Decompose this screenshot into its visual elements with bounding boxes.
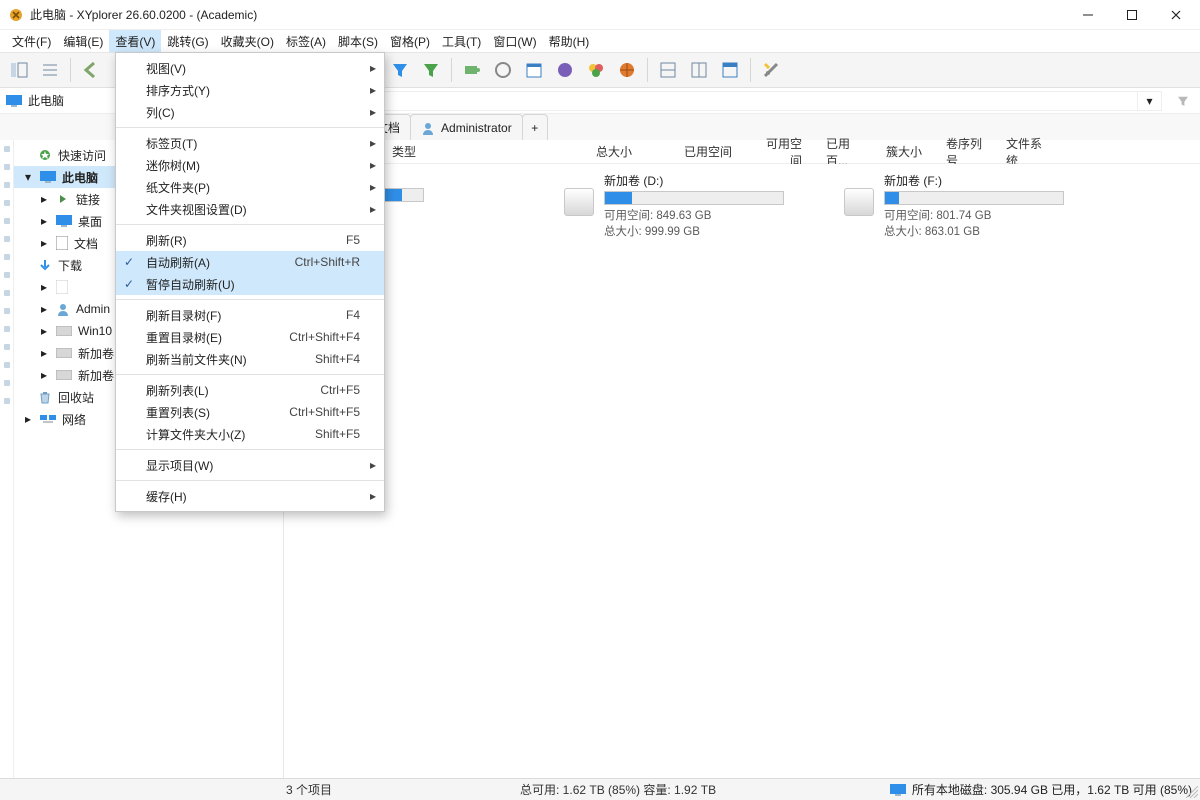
drive-d-name: 新加卷 (D:) — [604, 172, 784, 189]
drive-f-name: 新加卷 (F:) — [884, 172, 1064, 189]
menu-view-autorefresh[interactable]: 自动刷新(A)Ctrl+Shift+R — [116, 251, 384, 273]
menu-panes[interactable]: 窗格(P) — [384, 30, 436, 52]
filter-icon[interactable] — [385, 55, 415, 85]
status-disks: 所有本地磁盘: 305.94 GB 已用，1.62 TB 可用 (85%) — [890, 781, 1192, 798]
resize-grip-icon[interactable] — [1186, 786, 1198, 798]
menu-goto[interactable]: 跳转(G) — [161, 30, 214, 52]
menu-help[interactable]: 帮助(H) — [543, 30, 596, 52]
menu-view-fvsettings[interactable]: 文件夹视图设置(D)▸ — [116, 198, 384, 220]
status-bar: 3 个项目 总可用: 1.62 TB (85%) 容量: 1.92 TB 所有本… — [0, 778, 1200, 800]
drive-d-free: 可用空间: 849.63 GB — [604, 208, 784, 224]
filter-green-icon[interactable] — [416, 55, 446, 85]
title-bar: 此电脑 - XYplorer 26.60.0200 - (Academic) — [0, 0, 1200, 30]
menu-tools[interactable]: 工具(T) — [436, 30, 487, 52]
window-title: 此电脑 - XYplorer 26.60.0200 - (Academic) — [30, 6, 257, 23]
monitor-icon — [890, 784, 906, 796]
menu-view-cache[interactable]: 缓存(H)▸ — [116, 485, 384, 507]
menu-view[interactable]: 查看(V) — [109, 30, 161, 52]
address-dropdown-icon[interactable]: ▾ — [1138, 91, 1162, 111]
chevron-right-icon: ▸ — [370, 61, 376, 75]
toggle-tree-icon[interactable] — [4, 55, 34, 85]
address-root-label: 此电脑 — [28, 92, 64, 109]
menu-view-refreshlist[interactable]: 刷新列表(L)Ctrl+F5 — [116, 379, 384, 401]
col-used[interactable]: 已用空间 — [644, 143, 744, 160]
menu-view-sort[interactable]: 排序方式(Y)▸ — [116, 79, 384, 101]
menu-view-resetlist[interactable]: 重置列表(S)Ctrl+Shift+F5 — [116, 401, 384, 423]
menu-view-suspend[interactable]: 暂停自动刷新(U) — [116, 273, 384, 295]
close-button[interactable] — [1154, 0, 1198, 30]
drive-d-bar — [604, 191, 784, 205]
menu-view-showitems[interactable]: 显示项目(W)▸ — [116, 454, 384, 476]
tag-green-icon[interactable] — [457, 55, 487, 85]
app-icon — [8, 7, 24, 23]
settings-icon[interactable] — [756, 55, 786, 85]
menu-view-views[interactable]: 视图(V)▸ — [116, 57, 384, 79]
split-h-icon[interactable] — [653, 55, 683, 85]
menu-file[interactable]: 文件(F) — [6, 30, 57, 52]
menu-favorites[interactable]: 收藏夹(O) — [215, 30, 280, 52]
user-icon — [421, 121, 435, 135]
chevron-down-icon[interactable]: ▾ — [22, 171, 34, 183]
menu-view-minitree[interactable]: 迷你树(M)▸ — [116, 154, 384, 176]
drive-f-bar — [884, 191, 1064, 205]
menu-view-refreshtree[interactable]: 刷新目录树(F)F4 — [116, 304, 384, 326]
column-headers[interactable]: 类型 总大小 已用空间 可用空间 已用百... 簇大小 卷序列号 文件系统 — [284, 140, 1200, 164]
menu-view-paperfolder[interactable]: 纸文件夹(P)▸ — [116, 176, 384, 198]
view-menu-dropdown: 视图(V)▸ 排序方式(Y)▸ 列(C)▸ 标签页(T)▸ 迷你树(M)▸ 纸文… — [115, 52, 385, 512]
tab-3[interactable]: Administrator — [410, 114, 523, 140]
drive-d[interactable]: 新加卷 (D:) 可用空间: 849.63 GB 总大小: 999.99 GB — [564, 172, 784, 240]
menu-view-columns[interactable]: 列(C)▸ — [116, 101, 384, 123]
layout-icon[interactable] — [715, 55, 745, 85]
col-size[interactable]: 总大小 — [524, 143, 644, 160]
calendar-icon[interactable] — [519, 55, 549, 85]
circle-grey-icon[interactable] — [488, 55, 518, 85]
drive-icon — [844, 188, 874, 216]
tab-add[interactable]: + — [522, 114, 548, 140]
menu-edit[interactable]: 编辑(E) — [57, 30, 109, 52]
drives-view: 0Prox64 (C:) 空间: 16.86 GB 小: 111.18 GB 新… — [284, 164, 1200, 778]
drive-d-size: 总大小: 999.99 GB — [604, 224, 784, 240]
left-gutter — [0, 140, 14, 778]
col-cluster[interactable]: 簇大小 — [874, 143, 934, 160]
drive-f-free: 可用空间: 801.74 GB — [884, 208, 1064, 224]
drive-icon — [564, 188, 594, 216]
purple-icon[interactable] — [550, 55, 580, 85]
address-filter-icon[interactable] — [1166, 88, 1200, 113]
menu-window[interactable]: 窗口(W) — [487, 30, 542, 52]
back-icon[interactable] — [76, 55, 106, 85]
ball-icon[interactable] — [612, 55, 642, 85]
list-mode-icon[interactable] — [35, 55, 65, 85]
status-free: 总可用: 1.62 TB (85%) 容量: 1.92 TB — [520, 781, 716, 798]
menu-tags[interactable]: 标签(A) — [280, 30, 332, 52]
maximize-button[interactable] — [1110, 0, 1154, 30]
content-area: 类型 总大小 已用空间 可用空间 已用百... 簇大小 卷序列号 文件系统 0P… — [284, 140, 1200, 778]
chevron-right-icon[interactable]: ▸ — [38, 193, 50, 205]
tab-3-label: Administrator — [441, 121, 512, 135]
colors-icon[interactable] — [581, 55, 611, 85]
menu-view-tabpage[interactable]: 标签页(T)▸ — [116, 132, 384, 154]
menu-view-refresh[interactable]: 刷新(R)F5 — [116, 229, 384, 251]
split-v-icon[interactable] — [684, 55, 714, 85]
drive-f-size: 总大小: 863.01 GB — [884, 224, 1064, 240]
menu-scripts[interactable]: 脚本(S) — [332, 30, 384, 52]
menu-view-resettree[interactable]: 重置目录树(E)Ctrl+Shift+F4 — [116, 326, 384, 348]
menu-view-refreshcur[interactable]: 刷新当前文件夹(N)Shift+F4 — [116, 348, 384, 370]
status-items: 3 个项目 — [286, 781, 332, 798]
menu-view-calcsize[interactable]: 计算文件夹大小(Z)Shift+F5 — [116, 423, 384, 445]
minimize-button[interactable] — [1066, 0, 1110, 30]
drive-f[interactable]: 新加卷 (F:) 可用空间: 801.74 GB 总大小: 863.01 GB — [844, 172, 1064, 240]
menu-bar: 文件(F) 编辑(E) 查看(V) 跳转(G) 收藏夹(O) 标签(A) 脚本(… — [0, 30, 1200, 52]
